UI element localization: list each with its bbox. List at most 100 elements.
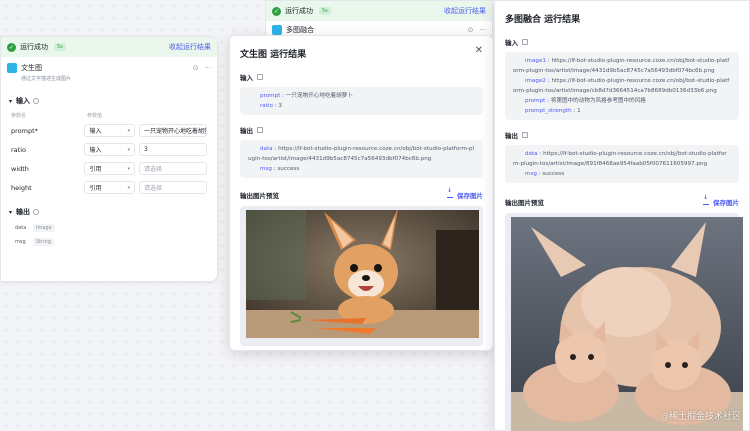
kv-line: data : https://lf-bot-studio-plugin-reso… bbox=[248, 146, 475, 162]
save-label: 保存图片 bbox=[713, 199, 739, 207]
kv-value: https://lf-bot-studio-plugin-resource.co… bbox=[513, 151, 727, 167]
more-icon[interactable]: ··· bbox=[479, 26, 486, 34]
output-name: msg bbox=[15, 239, 26, 245]
collapse-result-link[interactable]: 收起运行结果 bbox=[444, 6, 486, 16]
kv-key: data bbox=[525, 151, 538, 157]
success-check-icon: ✓ bbox=[7, 42, 16, 52]
node-title: 文生图 bbox=[21, 64, 42, 72]
output-json-box: data : https://lf-bot-studio-plugin-reso… bbox=[240, 140, 483, 178]
param-type-select[interactable]: 引用 ▾ bbox=[84, 162, 136, 175]
input-label: 输入 bbox=[505, 39, 518, 47]
output-row: msg String bbox=[1, 235, 217, 249]
node-run-status: ✓ 运行成功 5s 收起运行结果 bbox=[266, 1, 492, 21]
kv-key: prompt bbox=[525, 98, 546, 104]
output-type-chip: String bbox=[33, 238, 54, 246]
status-text: 运行成功 bbox=[20, 43, 48, 51]
collapse-result-link[interactable]: 收起运行结果 bbox=[169, 42, 211, 52]
kv-key: msg bbox=[525, 171, 537, 177]
kv-key: msg bbox=[260, 166, 272, 172]
param-value-input[interactable]: 请选择 bbox=[139, 181, 207, 194]
panel-title: 文生图 运行结果 bbox=[240, 50, 307, 60]
output-section-header[interactable]: ▾ 输出 bbox=[1, 197, 217, 221]
kv-line: prompt_strength : 1 bbox=[525, 108, 581, 114]
debug-icon[interactable]: ⊙ bbox=[467, 26, 473, 34]
kv-value: https://lf-bot-studio-plugin-resource.co… bbox=[248, 146, 475, 162]
chevron-down-icon: ▾ bbox=[127, 146, 131, 153]
output-image-preview bbox=[505, 213, 743, 431]
param-value-input[interactable]: 一只宠物开心地吃着胡萝 bbox=[139, 124, 207, 137]
kv-line: image2 : https://lf-bot-studio-plugin-re… bbox=[513, 78, 730, 94]
output-json-box: data : https://lf-bot-studio-plugin-reso… bbox=[505, 145, 739, 183]
fused-animals-image bbox=[511, 217, 743, 431]
copy-icon[interactable] bbox=[522, 132, 528, 138]
param-type-value: 输入 bbox=[89, 147, 102, 154]
chevron-down-icon: ▾ bbox=[127, 127, 131, 134]
kv-line: msg : success bbox=[260, 166, 300, 172]
kv-key: ratio bbox=[260, 103, 273, 109]
info-icon bbox=[33, 98, 40, 104]
multi-image-fusion-node[interactable]: ✓ 运行成功 5s 收起运行结果 多图融合 ⊙ ··· bbox=[265, 0, 493, 40]
param-row: width 引用 ▾ 请选择 bbox=[1, 159, 217, 178]
node-description: 通过文字描述生成图片 bbox=[21, 76, 72, 82]
input-section-header[interactable]: ▾ 输入 bbox=[1, 88, 217, 110]
kv-value: 1 bbox=[577, 108, 581, 114]
param-name: prompt* bbox=[11, 126, 38, 135]
duration-badge: 5s bbox=[319, 7, 331, 15]
preview-label: 输出图片预览 bbox=[505, 199, 544, 207]
multi-image-fusion-result-panel: 多图融合 运行结果 输入 image1 : https://lf-bot-stu… bbox=[494, 0, 750, 431]
kv-line: ratio : 3 bbox=[260, 103, 282, 109]
save-image-button[interactable]: 保存图片 bbox=[703, 194, 739, 207]
node-title: 多图融合 bbox=[286, 26, 314, 34]
watermark-text: @稀土掘金技术社区 bbox=[659, 412, 741, 422]
param-type-value: 输入 bbox=[89, 128, 102, 135]
param-name: height bbox=[11, 183, 32, 192]
duration-badge: 5s bbox=[54, 43, 66, 51]
output-label: 输出 bbox=[240, 127, 253, 135]
param-type-select[interactable]: 引用 ▾ bbox=[84, 181, 136, 194]
chevron-down-icon: ▾ bbox=[127, 165, 131, 172]
param-name: ratio bbox=[11, 145, 26, 154]
kv-line: prompt : 一只宠物开心地吃着胡萝卜 bbox=[260, 93, 353, 99]
param-type-select[interactable]: 输入 ▾ bbox=[84, 124, 136, 137]
close-icon[interactable]: ✕ bbox=[475, 45, 483, 56]
kv-value: https://lf-bot-studio-plugin-resource.co… bbox=[513, 58, 730, 74]
output-row: data Image bbox=[1, 221, 217, 235]
kv-value: 一只宠物开心地吃着胡萝卜 bbox=[285, 93, 353, 99]
param-name: width bbox=[11, 164, 29, 173]
param-value-input[interactable]: 请选择 bbox=[139, 162, 207, 175]
chevron-down-icon: ▾ bbox=[127, 184, 131, 191]
info-icon bbox=[33, 209, 40, 215]
success-check-icon: ✓ bbox=[272, 6, 281, 16]
preview-label: 输出图片预览 bbox=[240, 192, 279, 200]
download-icon bbox=[703, 194, 709, 205]
kv-value: success bbox=[277, 166, 300, 172]
chevron-down-icon: ▾ bbox=[9, 208, 13, 216]
debug-icon[interactable]: ⊙ bbox=[192, 64, 198, 72]
text-to-image-node[interactable]: ✓ 运行成功 5s 收起运行结果 文生图 ⊙ ··· 通过文字描述生成图片 ▾ … bbox=[0, 36, 218, 282]
kv-value: success bbox=[542, 171, 565, 177]
param-row: height 引用 ▾ 请选择 bbox=[1, 178, 217, 197]
save-image-button[interactable]: 保存图片 bbox=[447, 187, 483, 200]
param-value-input[interactable]: 3 bbox=[139, 143, 207, 156]
kv-line: prompt : 将第图中的动物为风格参考图中的风格 bbox=[525, 98, 646, 104]
more-icon[interactable]: ··· bbox=[204, 64, 211, 72]
kv-line: data : https://lf-bot-studio-plugin-reso… bbox=[513, 151, 727, 167]
input-json-box: image1 : https://lf-bot-studio-plugin-re… bbox=[505, 52, 739, 120]
copy-icon[interactable] bbox=[257, 127, 263, 133]
kv-key: image1 bbox=[525, 58, 546, 64]
kv-key: prompt bbox=[260, 93, 281, 99]
param-type-value: 引用 bbox=[89, 185, 102, 192]
input-section-label: 输入 bbox=[16, 97, 31, 105]
output-label: 输出 bbox=[505, 132, 518, 140]
param-type-select[interactable]: 输入 ▾ bbox=[84, 143, 136, 156]
kv-line: image1 : https://lf-bot-studio-plugin-re… bbox=[513, 58, 730, 74]
copy-icon[interactable] bbox=[257, 74, 263, 80]
panel-title: 多图融合 运行结果 bbox=[505, 15, 581, 25]
kv-value: 3 bbox=[278, 103, 282, 109]
rabbit-dog-image bbox=[246, 208, 479, 338]
plugin-logo-icon bbox=[7, 63, 17, 73]
param-row: prompt* 输入 ▾ 一只宠物开心地吃着胡萝 bbox=[1, 121, 217, 140]
text-to-image-result-panel: 文生图 运行结果 ✕ 输入 prompt : 一只宠物开心地吃着胡萝卜 ratio… bbox=[229, 35, 494, 351]
plugin-logo-icon bbox=[272, 25, 282, 35]
copy-icon[interactable] bbox=[522, 39, 528, 45]
